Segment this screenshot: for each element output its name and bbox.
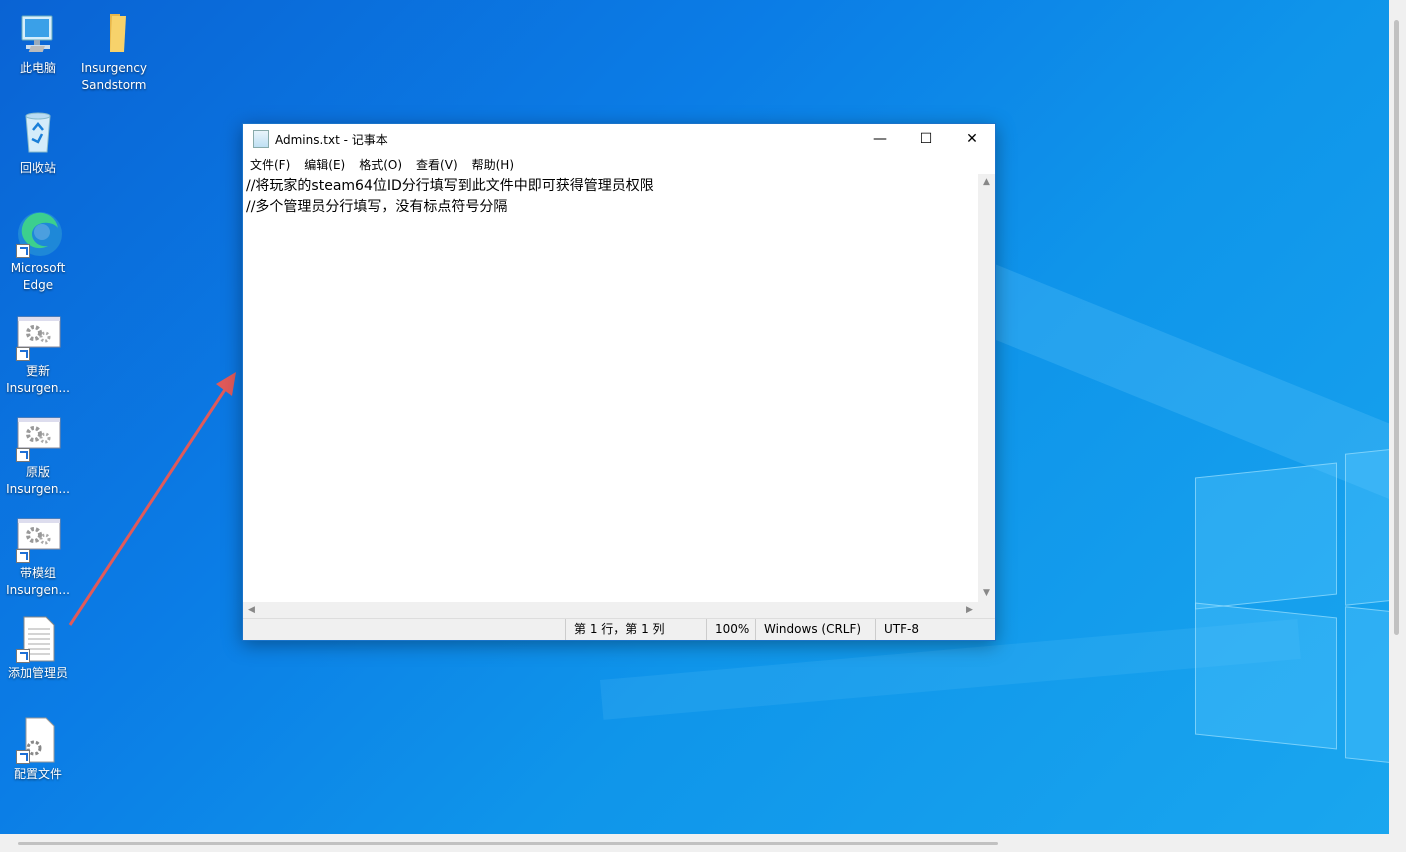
scroll-up-icon[interactable]: ▲ (978, 174, 995, 191)
encoding: UTF-8 (875, 619, 975, 640)
desktop-icon-label: 此电脑 (19, 61, 56, 75)
desktop-icon-update-insurgency[interactable]: 更新 Insurgen... (0, 313, 76, 397)
status-bar: 第 1 行，第 1 列 100% Windows (CRLF) UTF-8 (243, 618, 995, 640)
window-title: Admins.txt - 记事本 (275, 132, 388, 147)
scroll-left-icon[interactable]: ◀ (243, 602, 260, 619)
edge-icon (14, 210, 62, 258)
menu-format[interactable]: 格式(O) (352, 156, 409, 173)
title-bar[interactable]: Admins.txt - 记事本 — ☐ ✕ (243, 124, 995, 154)
desktop-icon-config-files[interactable]: 配置文件 (0, 716, 76, 783)
desktop-icon-vanilla-insurgency[interactable]: 原版 Insurgen... (0, 414, 76, 498)
menu-help[interactable]: 帮助(H) (465, 156, 521, 173)
text-line: //将玩家的steam64位ID分行填写到此文件中即可获得管理员权限 (246, 178, 654, 194)
maximize-button[interactable]: ☐ (903, 124, 949, 154)
desktop-icon-label: Insurgency Sandstorm (80, 61, 148, 92)
shortcut-arrow-icon (16, 448, 30, 462)
desktop-icon-insurgency-folder[interactable]: Insurgency Sandstorm (76, 10, 152, 94)
desktop-icon-recycle-bin[interactable]: 回收站 (0, 110, 76, 177)
menu-bar: 文件(F) 编辑(E) 格式(O) 查看(V) 帮助(H) (243, 154, 995, 174)
scrollbar-corner (978, 602, 995, 619)
page-vertical-scrollbar[interactable] (1389, 0, 1406, 834)
desktop-icon-modded-insurgency[interactable]: 带模组 Insurgen... (0, 515, 76, 599)
text-file-icon (14, 615, 62, 663)
desktop-icon-label: 回收站 (19, 161, 56, 175)
windows-logo-wallpaper (1190, 440, 1389, 770)
close-button[interactable]: ✕ (949, 124, 995, 154)
vertical-scrollbar[interactable]: ▲ ▼ (978, 174, 995, 602)
text-line: //多个管理员分行填写，没有标点符号分隔 (246, 199, 508, 215)
desktop-icon-this-pc[interactable]: 此电脑 (0, 10, 76, 77)
minimize-button[interactable]: — (857, 124, 903, 154)
menu-file[interactable]: 文件(F) (243, 156, 297, 173)
shortcut-arrow-icon (16, 347, 30, 361)
notepad-icon (253, 130, 269, 148)
desktop-icon-label: 更新 Insurgen... (6, 364, 70, 395)
page-horizontal-scrollbar[interactable] (0, 834, 1406, 852)
scroll-down-icon[interactable]: ▼ (978, 585, 995, 602)
gear-window-icon (14, 313, 62, 361)
desktop-icon-label: Microsoft Edge (10, 261, 66, 292)
menu-view[interactable]: 查看(V) (409, 156, 465, 173)
shortcut-arrow-icon (16, 244, 30, 258)
notepad-window[interactable]: Admins.txt - 记事本 — ☐ ✕ 文件(F) 编辑(E) 格式(O)… (242, 123, 996, 641)
line-ending: Windows (CRLF) (755, 619, 877, 640)
config-file-icon (14, 716, 62, 764)
shortcut-arrow-icon (16, 549, 30, 563)
scrollbar-thumb[interactable] (1394, 20, 1399, 635)
gear-window-icon (14, 414, 62, 462)
horizontal-scrollbar[interactable]: ◀ ▶ (243, 602, 978, 619)
desktop-icon-label: 带模组 Insurgen... (6, 566, 70, 597)
recycle-bin-icon (14, 110, 62, 158)
zoom-level: 100% (706, 619, 756, 640)
folder-icon (90, 10, 138, 58)
desktop-icon-label: 原版 Insurgen... (6, 465, 70, 496)
desktop-icon-label: 添加管理员 (7, 666, 68, 680)
scrollbar-thumb[interactable] (18, 842, 998, 845)
desktop-icon-label: 配置文件 (13, 767, 62, 781)
shortcut-arrow-icon (16, 750, 30, 764)
desktop-icon-edge[interactable]: Microsoft Edge (0, 210, 76, 294)
shortcut-arrow-icon (16, 649, 30, 663)
menu-edit[interactable]: 编辑(E) (297, 156, 352, 173)
gear-window-icon (14, 515, 62, 563)
text-editor[interactable]: //将玩家的steam64位ID分行填写到此文件中即可获得管理员权限 //多个管… (243, 174, 978, 602)
cursor-position: 第 1 行，第 1 列 (565, 619, 701, 640)
desktop-icon-add-admin[interactable]: 添加管理员 (0, 615, 76, 682)
desktop: 此电脑 Insurgency Sandstorm 回收站 Microsoft E… (0, 0, 1389, 834)
scroll-right-icon[interactable]: ▶ (961, 602, 978, 619)
computer-icon (14, 10, 62, 58)
